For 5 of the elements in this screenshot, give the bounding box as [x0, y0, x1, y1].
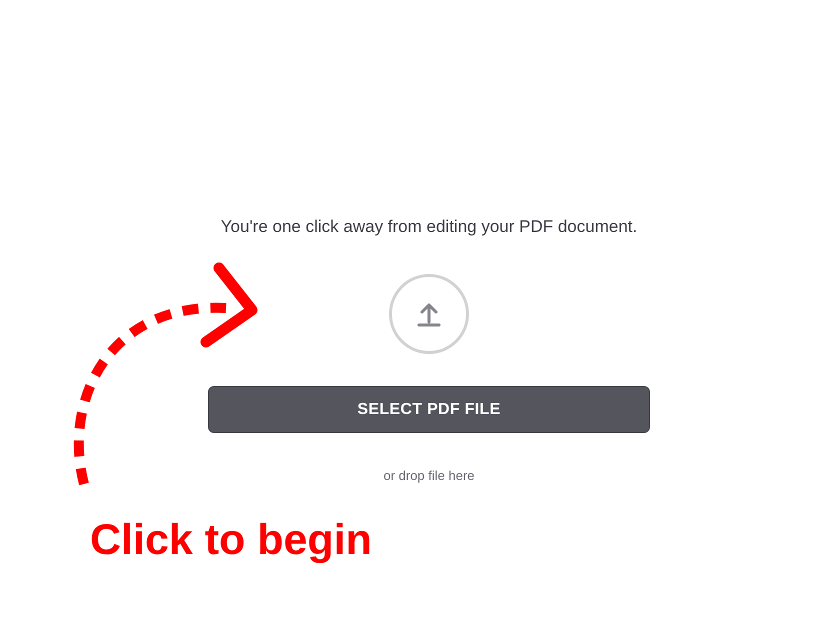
select-file-button[interactable]: SELECT PDF FILE — [208, 386, 650, 433]
drop-hint: or drop file here — [383, 468, 475, 483]
upload-icon[interactable] — [389, 274, 469, 354]
annotation-text: Click to begin — [90, 515, 372, 566]
prompt-text: You're one click away from editing your PDF document. — [220, 216, 638, 238]
